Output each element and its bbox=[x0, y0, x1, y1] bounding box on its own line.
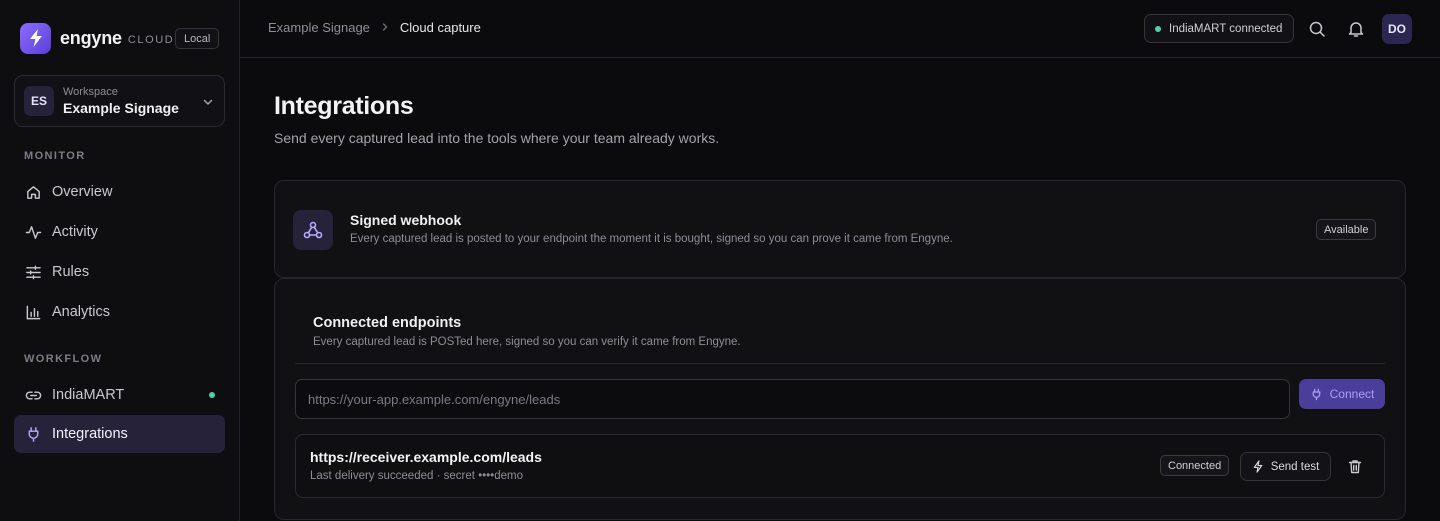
breadcrumb-item-workspace[interactable]: Example Signage bbox=[268, 20, 370, 35]
connected-badge: Connected bbox=[1160, 455, 1230, 476]
connect-button-label: Connect bbox=[1329, 387, 1375, 401]
sidebar-item-indiamart[interactable]: IndiaMART bbox=[14, 376, 225, 414]
sidebar-item-label: IndiaMART bbox=[52, 387, 125, 403]
endpoints-description: Every captured lead is POSTed here, sign… bbox=[313, 336, 741, 348]
sidebar-item-label: Analytics bbox=[52, 304, 111, 320]
lightning-logo-icon bbox=[20, 22, 51, 54]
workspace-switcher[interactable]: ES Workspace Example Signage bbox=[14, 75, 225, 127]
webhook-icon bbox=[293, 210, 333, 250]
status-dot bbox=[1155, 25, 1161, 32]
signed-webhook-card: Signed webhook Every captured lead is po… bbox=[274, 180, 1406, 278]
environment-badge: Local bbox=[175, 28, 220, 49]
brand-suffix: CLOUD bbox=[127, 33, 175, 46]
connection-status-text: IndiaMART connected bbox=[1169, 22, 1283, 35]
connect-button[interactable]: Connect bbox=[1299, 379, 1385, 409]
divider bbox=[295, 363, 1385, 364]
endpoint-row: https://receiver.example.com/leads Last … bbox=[295, 434, 1385, 498]
sidebar-item-label: Activity bbox=[52, 224, 98, 240]
top-bar: Example Signage Cloud capture IndiaMART … bbox=[240, 0, 1440, 58]
page-title: Integrations bbox=[274, 92, 414, 120]
workspace-avatar: ES bbox=[24, 86, 54, 116]
user-avatar[interactable]: DO bbox=[1382, 14, 1412, 44]
send-test-label: Send test bbox=[1270, 460, 1320, 473]
breadcrumb: Example Signage Cloud capture bbox=[268, 20, 481, 35]
bell-icon[interactable] bbox=[1345, 18, 1367, 40]
sidebar-item-label: Overview bbox=[52, 184, 113, 200]
workspace-label: Workspace bbox=[63, 86, 118, 98]
section-title-workflow: WORKFLOW bbox=[24, 353, 103, 365]
sidebar: engyne CLOUD Local ES Workspace Example … bbox=[0, 0, 240, 521]
sidebar-item-integrations[interactable]: Integrations bbox=[14, 415, 225, 453]
search-icon[interactable] bbox=[1306, 18, 1328, 40]
plug-icon bbox=[1310, 388, 1323, 401]
webhook-title: Signed webhook bbox=[350, 212, 462, 228]
chevron-down-icon bbox=[202, 95, 214, 113]
home-icon bbox=[24, 183, 42, 201]
sidebar-item-rules[interactable]: Rules bbox=[14, 253, 225, 291]
connection-status-dot bbox=[209, 392, 215, 398]
brand-name: engyne bbox=[60, 27, 122, 48]
zap-icon bbox=[1252, 460, 1264, 473]
connected-endpoints-card: Connected endpoints Every captured lead … bbox=[274, 278, 1406, 520]
workspace-name: Example Signage bbox=[63, 100, 179, 116]
sidebar-item-overview[interactable]: Overview bbox=[14, 173, 225, 211]
sidebar-item-analytics[interactable]: Analytics bbox=[14, 293, 225, 331]
sidebar-item-label: Integrations bbox=[52, 426, 128, 442]
link-icon bbox=[24, 386, 42, 404]
endpoints-title: Connected endpoints bbox=[313, 315, 462, 331]
availability-badge: Available bbox=[1316, 219, 1377, 240]
connection-status-pill[interactable]: IndiaMART connected bbox=[1144, 14, 1294, 43]
chevron-right-icon bbox=[380, 21, 390, 35]
endpoint-url: https://receiver.example.com/leads bbox=[310, 449, 542, 465]
bar-chart-icon bbox=[24, 303, 42, 321]
sidebar-item-label: Rules bbox=[52, 264, 90, 280]
sidebar-item-activity[interactable]: Activity bbox=[14, 213, 225, 251]
endpoint-meta: Last delivery succeeded · secret ••••dem… bbox=[310, 470, 523, 482]
sliders-icon bbox=[24, 263, 42, 281]
breadcrumb-item-current: Cloud capture bbox=[399, 20, 481, 35]
webhook-description: Every captured lead is posted to your en… bbox=[350, 233, 953, 245]
plug-icon bbox=[24, 425, 42, 443]
brand[interactable]: engyne CLOUD bbox=[20, 22, 174, 54]
section-title-monitor: MONITOR bbox=[24, 150, 86, 162]
trash-icon[interactable] bbox=[1345, 456, 1365, 476]
activity-icon bbox=[24, 223, 42, 241]
endpoint-url-input[interactable] bbox=[295, 379, 1290, 419]
send-test-button[interactable]: Send test bbox=[1240, 452, 1331, 481]
page-subtitle: Send every captured lead into the tools … bbox=[274, 130, 720, 146]
